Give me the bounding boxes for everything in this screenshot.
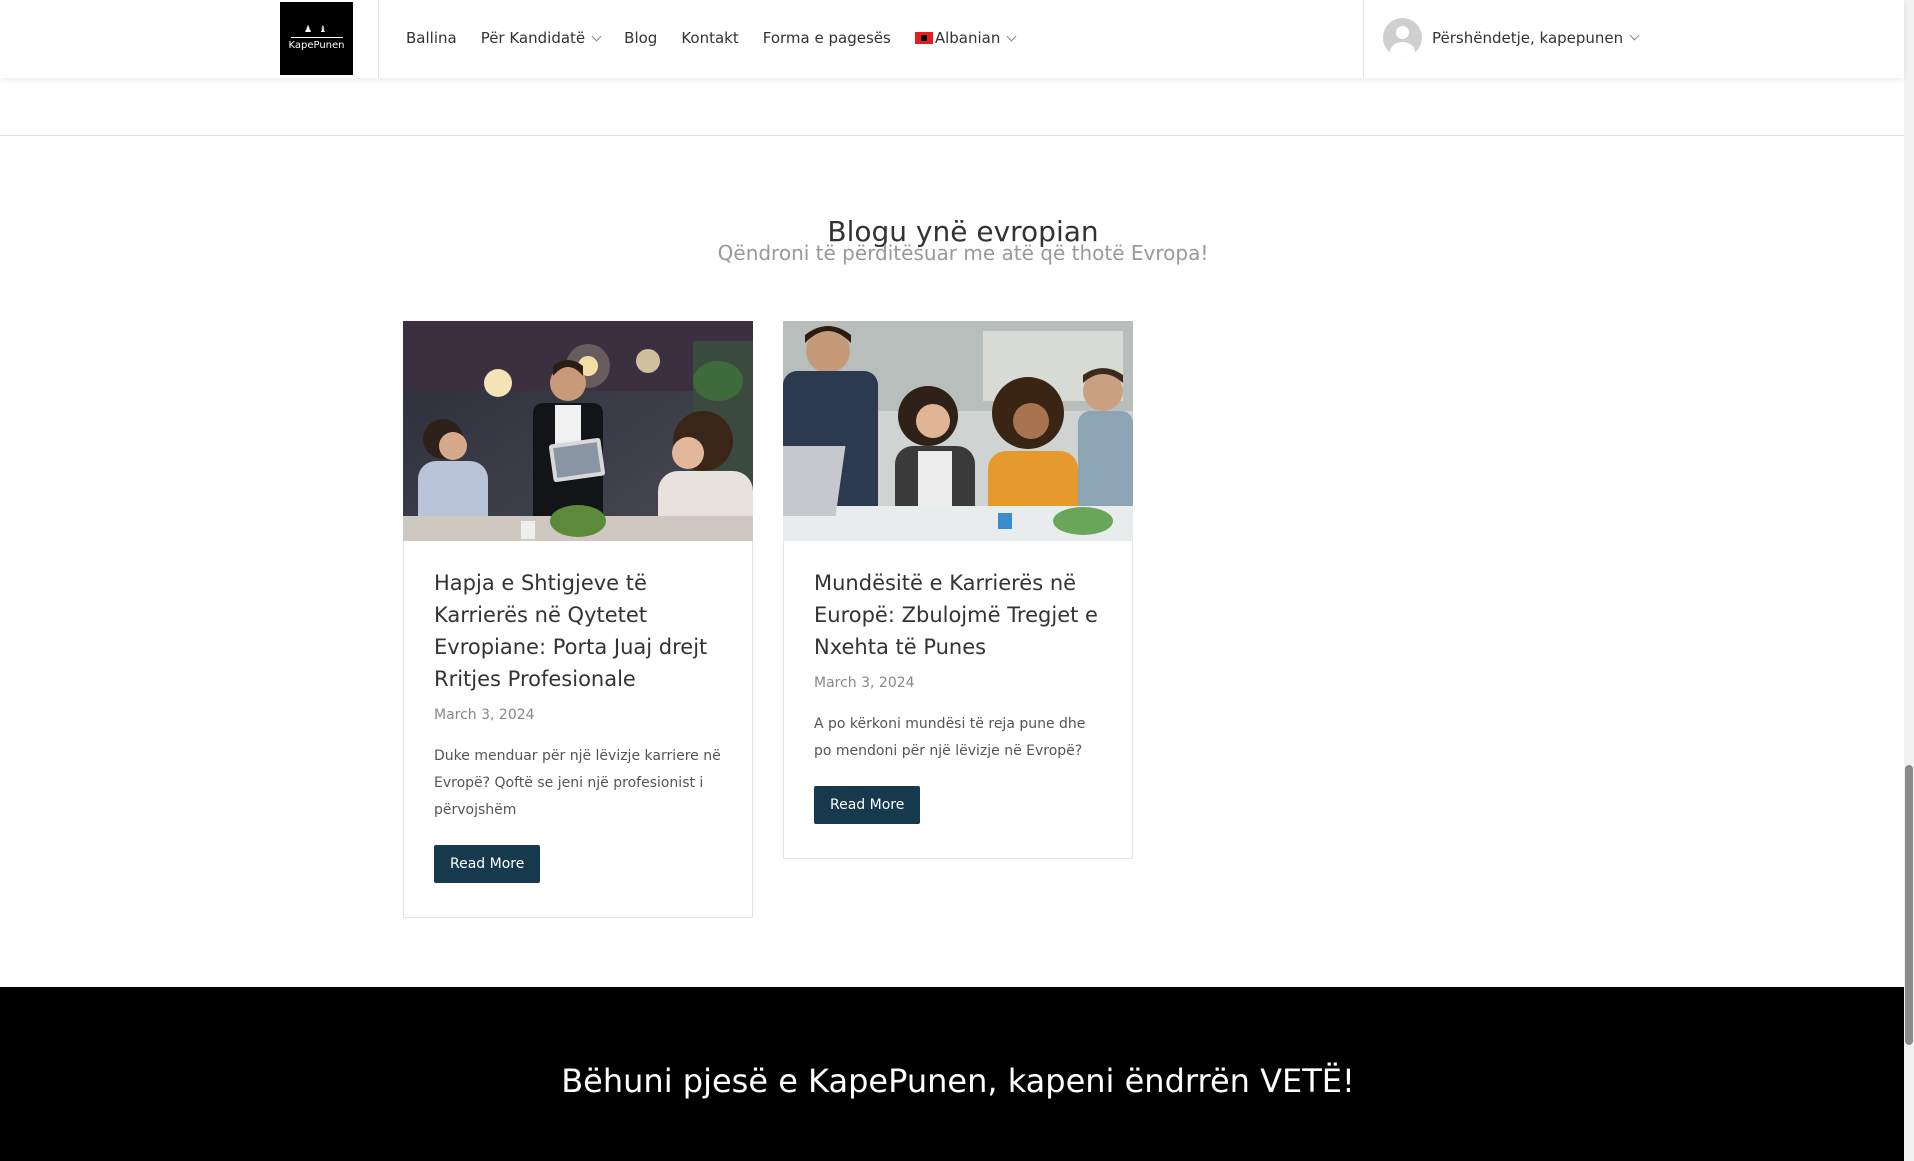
- chevron-down-icon: [591, 31, 602, 41]
- post-title-link[interactable]: Hapja e Shtigjeve të Karrierës në Qytete…: [434, 567, 722, 695]
- blog-card-body: Hapja e Shtigjeve të Karrierës në Qytete…: [404, 541, 752, 917]
- post-excerpt: Duke menduar për një lëvizje karriere në…: [434, 748, 721, 818]
- nav-label: Kontakt: [681, 29, 739, 47]
- blog-card: Mundësitë e Karrierës në Europë: Zbulojm…: [783, 321, 1133, 859]
- nav-label: Ballina: [406, 29, 457, 47]
- site-logo[interactable]: ♟ ♝ KapePunen: [280, 2, 353, 75]
- team-collaboration-photo: [783, 321, 1133, 541]
- nav-item-ballina[interactable]: Ballina: [406, 29, 457, 47]
- read-more-button[interactable]: Read More: [434, 845, 541, 883]
- language-label: Albanian: [934, 29, 1001, 47]
- chevron-down-icon: [1006, 31, 1017, 41]
- nav-item-blog[interactable]: Blog: [624, 29, 657, 47]
- avatar: [1383, 18, 1422, 57]
- nav-label: Forma e pagesës: [762, 29, 891, 47]
- section-subtitle: Qëndroni të përditësuar me atë që thotë …: [717, 241, 1209, 265]
- post-date: March 3, 2024: [434, 707, 535, 723]
- post-date: March 3, 2024: [814, 675, 915, 691]
- blog-card-image[interactable]: [783, 321, 1133, 541]
- albania-flag-icon: [914, 32, 933, 44]
- nav-item-forma-e-pageses[interactable]: Forma e pagesës: [763, 29, 891, 47]
- logo-divider: [290, 37, 343, 38]
- office-meeting-photo: [403, 321, 753, 541]
- language-switcher[interactable]: Albanian: [914, 29, 1017, 47]
- blog-card-body: Mundësitë e Karrierës në Europë: Zbulojm…: [784, 541, 1132, 858]
- blog-card: Hapja e Shtigjeve të Karrierës në Qytete…: [403, 321, 753, 918]
- nav-item-per-kandidate[interactable]: Për Kandidatë: [480, 29, 602, 47]
- read-more-button[interactable]: Read More: [814, 786, 921, 824]
- user-greeting: Përshëndetje, kapepunen: [1432, 28, 1624, 47]
- logo-mark-icon: ♟ ♝: [304, 25, 329, 35]
- header-divider: [1363, 0, 1364, 78]
- chevron-down-icon: [1629, 30, 1640, 41]
- header-divider: [378, 0, 379, 78]
- logo-text: KapePunen: [288, 40, 345, 51]
- scrollbar-thumb[interactable]: [1905, 765, 1913, 1045]
- blog-card-image[interactable]: [403, 321, 753, 541]
- cta-heading: Bëhuni pjesë e KapePunen, kapeni ëndrrën…: [561, 1062, 1355, 1100]
- nav-label: Blog: [624, 29, 658, 47]
- main-nav: Ballina Për Kandidatë Blog Kontakt Forma…: [406, 0, 1039, 76]
- site-header: ♟ ♝ KapePunen Ballina Për Kandidatë Blog…: [0, 0, 1904, 78]
- section-divider: [0, 135, 1904, 136]
- post-excerpt: A po kërkoni mundësi të reja pune dhe po…: [814, 716, 1086, 759]
- post-title-link[interactable]: Mundësitë e Karrierës në Europë: Zbulojm…: [814, 567, 1102, 663]
- user-menu[interactable]: Përshëndetje, kapepunen: [1383, 18, 1640, 57]
- nav-item-kontakt[interactable]: Kontakt: [681, 29, 738, 47]
- nav-label: Për Kandidatë: [480, 29, 586, 47]
